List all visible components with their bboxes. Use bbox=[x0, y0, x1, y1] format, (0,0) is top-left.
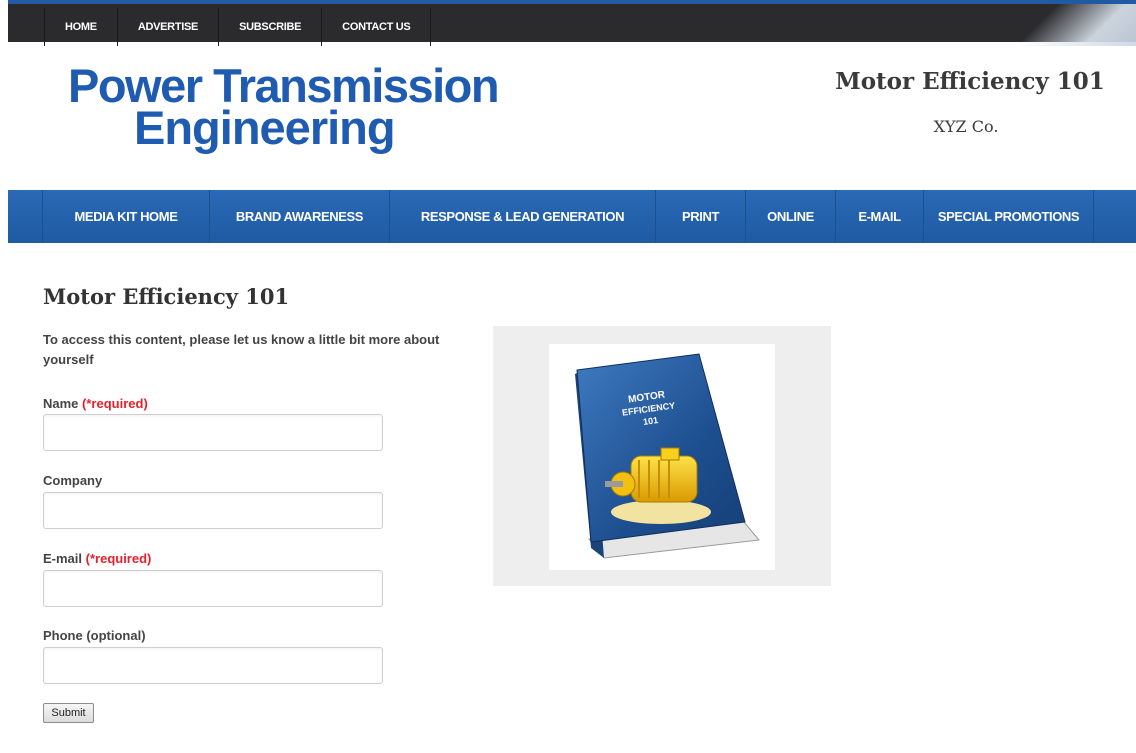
corner-decoration bbox=[1006, 4, 1136, 46]
site-logo[interactable]: Power Transmission Engineering bbox=[68, 62, 500, 154]
logo-line-2: Engineering bbox=[134, 101, 396, 154]
intro-text: To access this content, please let us kn… bbox=[43, 332, 440, 367]
name-label-text: Name bbox=[43, 396, 79, 411]
book-image: MOTOR EFFICIENCY 101 bbox=[549, 344, 775, 570]
phone-label: Phone (optional) bbox=[43, 628, 146, 643]
nav-brand-awareness[interactable]: BRAND AWARENESS bbox=[210, 190, 390, 243]
header-title: Motor Efficiency 101 bbox=[835, 68, 1105, 95]
name-label: Name (*required) bbox=[43, 396, 148, 411]
email-input[interactable] bbox=[43, 570, 383, 607]
top-nav: HOME ADVERTISE SUBSCRIBE CONTACT US bbox=[44, 8, 432, 46]
book-image-panel: MOTOR EFFICIENCY 101 bbox=[493, 326, 831, 586]
top-nav-advertise[interactable]: ADVERTISE bbox=[118, 8, 220, 46]
email-label: E-mail (*required) bbox=[43, 551, 151, 566]
header-info: Motor Efficiency 101 XYZ Co. bbox=[800, 68, 1120, 136]
phone-input[interactable] bbox=[43, 647, 383, 684]
book-cover-illustration: MOTOR EFFICIENCY 101 bbox=[575, 353, 760, 559]
top-utility-bar: HOME ADVERTISE SUBSCRIBE CONTACT US bbox=[8, 0, 1136, 46]
phone-label-text: Phone (optional) bbox=[43, 628, 146, 643]
nav-special-promotions[interactable]: SPECIAL PROMOTIONS bbox=[924, 190, 1094, 243]
top-nav-home[interactable]: HOME bbox=[44, 8, 118, 46]
main-nav: MEDIA KIT HOME BRAND AWARENESS RESPONSE … bbox=[42, 190, 1094, 243]
nav-print[interactable]: PRINT bbox=[656, 190, 746, 243]
cover-title-line-3: 101 bbox=[642, 415, 658, 427]
company-label-text: Company bbox=[43, 473, 103, 488]
name-required-note: (*required) bbox=[82, 396, 148, 411]
nav-email[interactable]: E-MAIL bbox=[836, 190, 924, 243]
nav-media-kit-home[interactable]: MEDIA KIT HOME bbox=[42, 190, 210, 243]
name-input[interactable] bbox=[43, 414, 383, 451]
nav-online[interactable]: ONLINE bbox=[746, 190, 836, 243]
top-nav-contact[interactable]: CONTACT US bbox=[322, 8, 432, 46]
submit-button[interactable]: Submit bbox=[43, 703, 94, 723]
top-nav-subscribe[interactable]: SUBSCRIBE bbox=[219, 8, 323, 46]
email-required-note: (*required) bbox=[85, 551, 152, 566]
nav-response-lead-generation[interactable]: RESPONSE & LEAD GENERATION bbox=[390, 190, 656, 243]
header-company: XYZ Co. bbox=[933, 117, 999, 136]
page-title: Motor Efficiency 101 bbox=[43, 284, 290, 309]
email-label-text: E-mail bbox=[43, 551, 83, 566]
company-input[interactable] bbox=[43, 492, 383, 529]
main-nav-bar: MEDIA KIT HOME BRAND AWARENESS RESPONSE … bbox=[8, 190, 1136, 243]
company-label: Company bbox=[43, 473, 102, 488]
